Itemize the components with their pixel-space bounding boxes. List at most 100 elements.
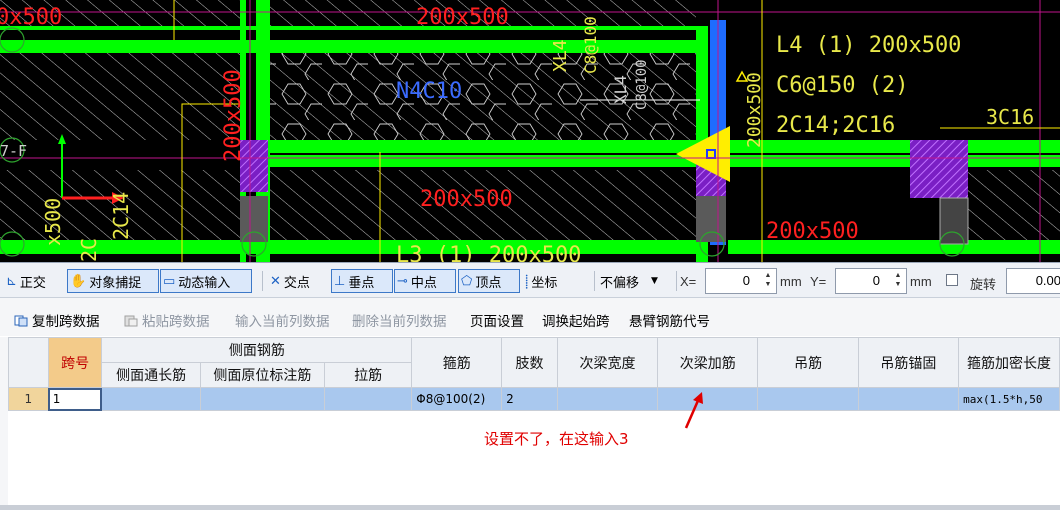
perpendicular-snap-button[interactable]: ⊥ 垂点 <box>331 269 393 293</box>
header-dense-length[interactable]: 箍筋加密长度 <box>958 337 1060 388</box>
sec-beam-width-cell[interactable] <box>556 387 659 411</box>
copy-span-label: 复制跨数据 <box>32 314 100 330</box>
object-snap-label: 对象捕捉 <box>89 275 142 291</box>
header-side-through[interactable]: 侧面通长筋 <box>101 362 201 388</box>
swap-start-span-button[interactable]: 调换起始跨 <box>542 310 610 330</box>
cad-beam-info-2: C6@150 (2) <box>776 73 908 98</box>
dense-length-cell[interactable]: max(1.5*h,50 <box>958 387 1060 411</box>
coordinate-button[interactable]: ⸽ 坐标 <box>523 269 557 293</box>
x-coordinate-input[interactable]: 0 ▲ ▼ <box>705 268 777 294</box>
y-coordinate-input[interactable]: 0 ▲ ▼ <box>835 268 907 294</box>
side-through-cell[interactable] <box>101 387 201 411</box>
header-side-rebar-group[interactable]: 侧面钢筋 <box>101 337 413 363</box>
page-setup-button[interactable]: 页面设置 <box>470 310 524 330</box>
header-hanger-anchor[interactable]: 吊筋锚固 <box>857 337 960 388</box>
perpendicular-label: 垂点 <box>348 275 375 291</box>
cad-label-mid: 200x500 <box>420 187 513 212</box>
coordinate-icon: ⸽ <box>525 275 529 290</box>
cad-label-hatch: N4C10 <box>396 79 462 104</box>
perpendicular-icon: ⊥ <box>334 273 346 289</box>
paste-span-button[interactable]: 粘贴跨数据 <box>124 310 210 330</box>
ortho-button[interactable]: ⊾ 正交 <box>4 269 46 293</box>
cad-label-bottom-center: L3 (1) 200x500 <box>396 243 581 262</box>
chevron-down-icon: ▼ <box>651 276 658 286</box>
toolbar-separator <box>676 271 677 291</box>
header-tie[interactable]: 拉筋 <box>323 362 413 388</box>
page-setup-label: 页面设置 <box>470 314 524 330</box>
delete-column-button[interactable]: 删除当前列数据 <box>352 310 447 330</box>
vertex-label: 顶点 <box>475 275 502 291</box>
paste-span-label: 粘贴跨数据 <box>142 314 210 330</box>
span-edit-toolbar: 复制跨数据 粘贴跨数据 输入当前列数据 删除当前列数据 页面设置 调换起始跨 悬… <box>0 298 1060 336</box>
coordinate-label: 坐标 <box>531 275 558 291</box>
dynamic-input-label: 动态输入 <box>178 275 231 291</box>
offset-mode-select[interactable]: 不偏移 ▼ <box>600 269 672 293</box>
input-column-button[interactable]: 输入当前列数据 <box>235 310 330 330</box>
column-far-right[interactable] <box>910 140 968 198</box>
beam-bottom[interactable] <box>0 240 700 254</box>
dynamic-input-icon: ▭ <box>163 273 176 289</box>
y-spinner-icon[interactable]: ▲ ▼ <box>892 271 904 291</box>
cad-vertical-label-4: C8@100 <box>634 59 650 110</box>
intersection-label: 交点 <box>283 275 310 291</box>
y-unit: mm <box>910 274 932 289</box>
annotation-note: 设置不了，在这输入3 <box>484 430 629 448</box>
dynamic-input-button[interactable]: ▭ 动态输入 <box>160 269 252 293</box>
cad-beam-info-1: L4 (1) 200x500 <box>776 33 961 58</box>
cad-vertical-label-3: XL4 <box>611 75 630 104</box>
cad-beam-info-3: 2C14;2C16 <box>776 113 895 138</box>
cad-vertical-label-2: C8@100 <box>581 16 600 74</box>
span-data-grid[interactable]: 跨号 侧面钢筋 箍筋 肢数 次梁宽度 次梁加筋 吊筋 吊筋锚固 箍筋加密长度 侧… <box>8 337 1060 507</box>
swap-start-label: 调换起始跨 <box>542 314 610 330</box>
column-far-right-lower <box>939 197 969 245</box>
row-number-cell[interactable]: 1 <box>8 387 49 411</box>
slab-hatch-left <box>0 52 240 140</box>
cantilever-code-button[interactable]: 悬臂钢筋代号 <box>629 310 710 330</box>
ortho-label: 正交 <box>19 275 46 291</box>
header-sec-beam-width[interactable]: 次梁宽度 <box>556 337 659 388</box>
header-legs[interactable]: 肢数 <box>501 337 558 388</box>
vertex-icon: ⬠ <box>461 273 473 289</box>
vertex-snap-button[interactable]: ⬠ 顶点 <box>458 269 520 293</box>
table-row[interactable]: 1 1 Φ8@100(2) 2 max(1.5*h,50 <box>8 387 1060 411</box>
header-stirrup[interactable]: 箍筋 <box>411 337 503 388</box>
column-left-lower <box>240 196 268 242</box>
side-orig-cell[interactable] <box>199 387 325 411</box>
tie-cell[interactable] <box>323 387 413 411</box>
sec-beam-rebar-cell[interactable] <box>657 387 759 411</box>
rotate-input[interactable]: 0.00 <box>1006 268 1060 294</box>
header-span-no[interactable]: 跨号 <box>47 337 103 388</box>
header-side-orig[interactable]: 侧面原位标注筋 <box>199 362 325 388</box>
y-value: 0 <box>872 273 880 288</box>
rotate-checkbox[interactable] <box>946 274 958 286</box>
cad-label-top-left: 0x500 <box>0 5 62 30</box>
cad-vertical-label-1: XL4 <box>550 39 571 72</box>
midpoint-snap-button[interactable]: ⊸ 中点 <box>394 269 456 293</box>
stirrup-cell[interactable]: Φ8@100(2) <box>411 387 503 411</box>
beam-middle-right[interactable] <box>728 155 1060 167</box>
rotate-value: 0.00 <box>1035 273 1060 288</box>
span-no-cell[interactable]: 1 <box>47 387 103 411</box>
cad-drawing-canvas[interactable]: 0x500 200x500 N4C10 200x500 L4 (1) 200x5… <box>0 0 1060 262</box>
paste-icon <box>124 315 138 327</box>
header-row-number <box>8 337 49 388</box>
rotate-label: 旋转 <box>970 277 997 292</box>
intersection-snap-button[interactable]: ✕ 交点 <box>268 269 310 293</box>
hanger-cell[interactable] <box>757 387 859 411</box>
midpoint-icon: ⊸ <box>397 273 408 289</box>
header-hanger[interactable]: 吊筋 <box>757 337 859 388</box>
intersection-icon: ✕ <box>270 273 281 289</box>
beam-middle-lower[interactable] <box>240 155 700 167</box>
toolbar-separator <box>262 271 263 291</box>
cantilever-code-label: 悬臂钢筋代号 <box>629 314 710 330</box>
midpoint-label: 中点 <box>410 275 437 291</box>
hanger-anchor-cell[interactable] <box>857 387 960 411</box>
object-snap-button[interactable]: ✋ 对象捕捉 <box>67 269 159 293</box>
x-value: 0 <box>742 273 750 288</box>
header-sec-beam-rebar[interactable]: 次梁加筋 <box>657 337 759 388</box>
legs-cell[interactable]: 2 <box>501 387 558 411</box>
copy-span-button[interactable]: 复制跨数据 <box>14 310 100 330</box>
annotation-arrow-icon <box>684 392 703 429</box>
x-spinner-icon[interactable]: ▲ ▼ <box>762 271 774 291</box>
cad-label-left-small-2: 2C <box>77 238 101 262</box>
